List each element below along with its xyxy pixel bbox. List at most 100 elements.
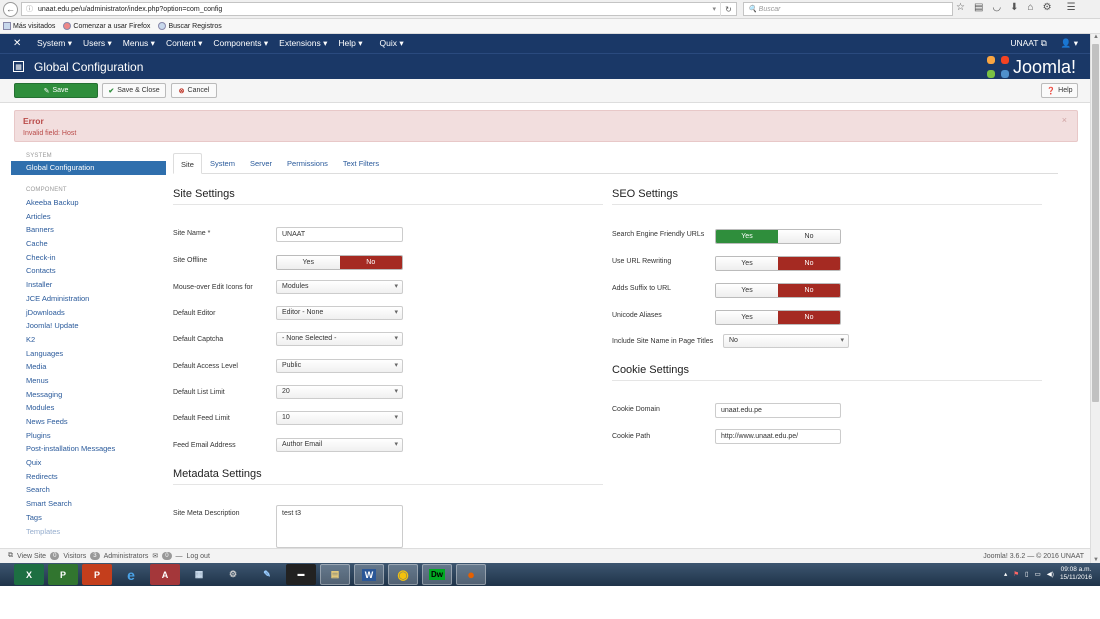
sidebar-item-news-feeds[interactable]: News Feeds: [11, 415, 166, 429]
scroll-up-icon[interactable]: ▲: [1093, 34, 1099, 40]
save-button[interactable]: ✎ Save: [14, 83, 98, 98]
sidebar-item-check-in[interactable]: Check-in: [11, 251, 166, 265]
cookie-path-input[interactable]: http://www.unaat.edu.pe/: [715, 429, 841, 444]
flag-icon[interactable]: ⚑: [1013, 570, 1019, 578]
site-offline-toggle[interactable]: Yes No: [276, 255, 403, 270]
sidebar-item-tags[interactable]: Tags: [11, 511, 166, 525]
firefox-taskbar-icon[interactable]: ●: [456, 564, 486, 585]
bookmark-most-visited[interactable]: Más visitados: [3, 22, 55, 30]
sidebar-item-redirects[interactable]: Redirects: [11, 470, 166, 484]
menu-extensions[interactable]: Extensions ▾: [279, 38, 327, 49]
excel-icon[interactable]: X: [14, 564, 44, 585]
sidebar-item-installer[interactable]: Installer: [11, 278, 166, 292]
tray-arrow-icon[interactable]: ▴: [1004, 570, 1007, 578]
word-icon[interactable]: W: [354, 564, 384, 585]
info-icon[interactable]: ⓘ: [26, 4, 33, 14]
browser-search-input[interactable]: 🔍 Buscar: [743, 2, 953, 16]
sidebar-item-akeeba-backup[interactable]: Akeeba Backup: [11, 196, 166, 210]
publisher-icon[interactable]: P: [48, 564, 78, 585]
clock[interactable]: 09:08 a.m. 15/11/2016: [1060, 566, 1092, 582]
calculator-icon[interactable]: ▦: [184, 564, 214, 585]
feed-email-select[interactable]: Author Email: [276, 438, 403, 452]
mouseover-select[interactable]: Modules: [276, 280, 403, 294]
sef-urls-no[interactable]: No: [778, 230, 840, 243]
sidebar-item-post-installation[interactable]: Post-installation Messages: [11, 442, 166, 456]
meta-description-textarea[interactable]: test t3: [276, 505, 403, 548]
sidebar-item-k2[interactable]: K2: [11, 333, 166, 347]
url-suffix-yes[interactable]: Yes: [716, 284, 778, 297]
settings-tool-icon[interactable]: ⚙: [218, 564, 248, 585]
url-suffix-no[interactable]: No: [778, 284, 840, 297]
notes-icon[interactable]: ✎: [252, 564, 282, 585]
internet-explorer-icon[interactable]: e: [116, 564, 146, 585]
url-rewriting-no[interactable]: No: [778, 257, 840, 270]
unicode-aliases-toggle[interactable]: Yes No: [715, 310, 841, 325]
site-offline-yes[interactable]: Yes: [277, 256, 340, 269]
site-offline-no[interactable]: No: [339, 256, 402, 269]
menu-components[interactable]: Components ▾: [213, 38, 268, 49]
default-captcha-select[interactable]: - None Selected -: [276, 332, 403, 346]
terminal-icon[interactable]: ▬: [286, 564, 316, 585]
url-rewriting-yes[interactable]: Yes: [716, 257, 778, 270]
download-icon[interactable]: ⬇: [1010, 2, 1018, 13]
address-bar[interactable]: ⓘ unaat.edu.pe/u/administrator/index.php…: [21, 2, 737, 16]
view-site-link[interactable]: View Site: [17, 553, 46, 560]
default-editor-select[interactable]: Editor - None: [276, 306, 403, 320]
sidebar-item-menus[interactable]: Menus: [11, 374, 166, 388]
sidebar-item-global-configuration[interactable]: Global Configuration: [11, 161, 166, 175]
sidebar-item-languages[interactable]: Languages: [11, 347, 166, 361]
powerpoint-icon[interactable]: P: [82, 564, 112, 585]
save-close-button[interactable]: ✔ Save & Close: [102, 83, 166, 98]
url-dropdown-icon[interactable]: ▾: [712, 5, 716, 13]
reload-icon[interactable]: ↻: [720, 2, 736, 16]
bookmark-search-records[interactable]: Buscar Registros: [158, 22, 222, 30]
unicode-aliases-yes[interactable]: Yes: [716, 311, 778, 324]
sidebar-item-templates[interactable]: Templates: [11, 525, 166, 539]
tab-system[interactable]: System: [203, 153, 242, 174]
network-icon[interactable]: ▭: [1035, 570, 1041, 578]
tab-server[interactable]: Server: [243, 153, 279, 174]
menu-menus[interactable]: Menus ▾: [123, 38, 155, 49]
back-button[interactable]: ←: [3, 1, 18, 17]
scrollbar-thumb[interactable]: [1092, 44, 1099, 402]
sidebar-item-search[interactable]: Search: [11, 483, 166, 497]
battery-icon[interactable]: ▯: [1025, 570, 1029, 578]
sidebar-item-jdownloads[interactable]: jDownloads: [11, 306, 166, 320]
chrome-icon[interactable]: ◉: [388, 564, 418, 585]
home-icon[interactable]: ⌂: [1028, 2, 1034, 13]
help-button[interactable]: ❓ Help: [1041, 83, 1078, 98]
sidebar-item-cache[interactable]: Cache: [11, 237, 166, 251]
star-icon[interactable]: ☆: [956, 2, 965, 13]
logout-link[interactable]: Log out: [187, 553, 210, 560]
sidebar-item-contacts[interactable]: Contacts: [11, 264, 166, 278]
joomla-logo-icon[interactable]: ✕: [13, 38, 27, 49]
sidebar-item-plugins[interactable]: Plugins: [11, 429, 166, 443]
sidebar-item-smart-search[interactable]: Smart Search: [11, 497, 166, 511]
pocket-icon[interactable]: ◡: [992, 2, 1001, 13]
cancel-button[interactable]: ⊗ Cancel: [171, 83, 217, 98]
library-icon[interactable]: ▤: [974, 2, 983, 13]
access-level-select[interactable]: Public: [276, 359, 403, 373]
tab-permissions[interactable]: Permissions: [280, 153, 335, 174]
list-limit-select[interactable]: 20: [276, 385, 403, 399]
menu-system[interactable]: System ▾: [37, 38, 72, 49]
site-name-input[interactable]: UNAAT: [276, 227, 403, 242]
menu-content[interactable]: Content ▾: [166, 38, 202, 49]
access-icon[interactable]: A: [150, 564, 180, 585]
sidebar-item-banners[interactable]: Banners: [11, 223, 166, 237]
bookmark-getting-started[interactable]: Comenzar a usar Firefox: [63, 22, 150, 30]
volume-icon[interactable]: ◀): [1047, 570, 1054, 578]
user-menu[interactable]: 👤 ▾: [1061, 38, 1078, 49]
addon-icon[interactable]: ⚙: [1043, 2, 1052, 13]
sidebar-item-articles[interactable]: Articles: [11, 210, 166, 224]
tab-site[interactable]: Site: [173, 153, 202, 174]
sidebar-item-media[interactable]: Media: [11, 360, 166, 374]
menu-help[interactable]: Help ▾: [338, 38, 362, 49]
site-name-in-title-select[interactable]: No: [723, 334, 849, 348]
feed-limit-select[interactable]: 10: [276, 411, 403, 425]
close-icon[interactable]: ×: [1062, 115, 1067, 125]
sidebar-item-modules[interactable]: Modules: [11, 401, 166, 415]
tab-text-filters[interactable]: Text Filters: [336, 153, 386, 174]
cookie-domain-input[interactable]: unaat.edu.pe: [715, 403, 841, 418]
url-rewriting-toggle[interactable]: Yes No: [715, 256, 841, 271]
